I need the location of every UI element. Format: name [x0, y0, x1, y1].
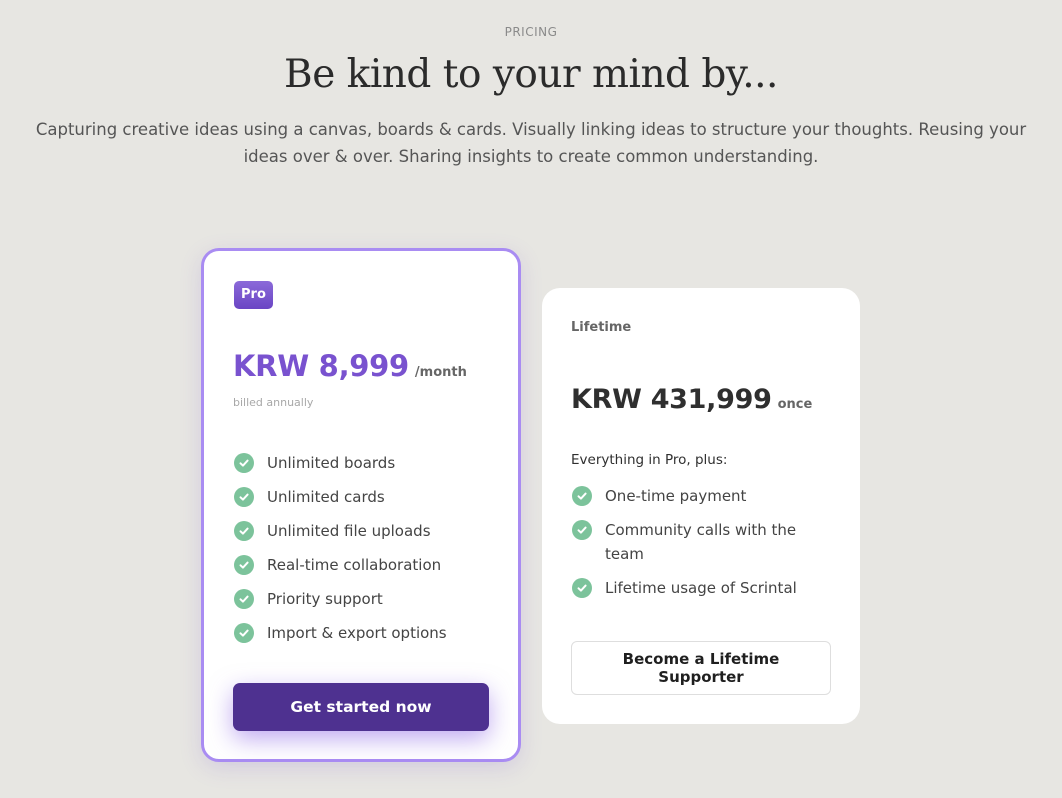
feature-item: Community calls with the team	[572, 518, 832, 566]
feature-label: Community calls with the team	[605, 521, 797, 563]
feature-item: Priority support	[234, 587, 504, 611]
feature-label: Import & export options	[267, 624, 447, 642]
lifetime-plan-card: Lifetime KRW 431,999 once Everything in …	[542, 288, 860, 724]
pro-plan-badge: Pro	[234, 281, 273, 309]
feature-item: Lifetime usage of Scrintal	[572, 576, 832, 600]
feature-label: Priority support	[267, 590, 383, 608]
pro-price: KRW 8,999	[233, 349, 409, 383]
check-circle-icon	[572, 520, 592, 540]
feature-item: Unlimited boards	[234, 451, 504, 475]
check-circle-icon	[572, 486, 592, 506]
page-headline: Be kind to your mind by...	[284, 52, 778, 97]
check-circle-icon	[572, 578, 592, 598]
pro-feature-list: Unlimited boards Unlimited cards Unlimit…	[234, 451, 504, 655]
pro-plan-card: Pro KRW 8,999 /month billed annually Unl…	[201, 248, 521, 762]
feature-item: Unlimited cards	[234, 485, 504, 509]
lifetime-plan-label: Lifetime	[571, 320, 632, 335]
lifetime-features-intro: Everything in Pro, plus:	[571, 452, 728, 468]
lifetime-billing-period: once	[777, 397, 813, 412]
pro-billing-note: billed annually	[233, 396, 314, 409]
check-circle-icon	[234, 555, 254, 575]
lifetime-feature-list: One-time payment Community calls with th…	[572, 484, 832, 610]
check-circle-icon	[234, 487, 254, 507]
check-circle-icon	[234, 521, 254, 541]
pro-billing-period: /month	[414, 365, 467, 380]
page-subtitle: Capturing creative ideas using a canvas,…	[35, 120, 1027, 166]
feature-item: One-time payment	[572, 484, 832, 508]
pro-price-row: KRW 8,999 /month	[233, 349, 467, 383]
feature-item: Real-time collaboration	[234, 553, 504, 577]
check-circle-icon	[234, 623, 254, 643]
lifetime-price: KRW 431,999	[571, 384, 772, 415]
check-circle-icon	[234, 453, 254, 473]
lifetime-price-row: KRW 431,999 once	[571, 384, 812, 415]
become-lifetime-supporter-button[interactable]: Become a Lifetime Supporter	[571, 641, 831, 695]
check-circle-icon	[234, 589, 254, 609]
feature-label: Unlimited file uploads	[267, 522, 431, 540]
feature-item: Import & export options	[234, 621, 504, 645]
feature-label: Real-time collaboration	[267, 556, 442, 574]
feature-item: Unlimited file uploads	[234, 519, 504, 543]
feature-label: One-time payment	[605, 487, 747, 505]
pricing-eyebrow: PRICING	[504, 25, 558, 39]
feature-label: Unlimited boards	[267, 454, 396, 472]
feature-label: Unlimited cards	[267, 488, 385, 506]
get-started-button[interactable]: Get started now	[233, 683, 489, 731]
feature-label: Lifetime usage of Scrintal	[605, 579, 797, 597]
